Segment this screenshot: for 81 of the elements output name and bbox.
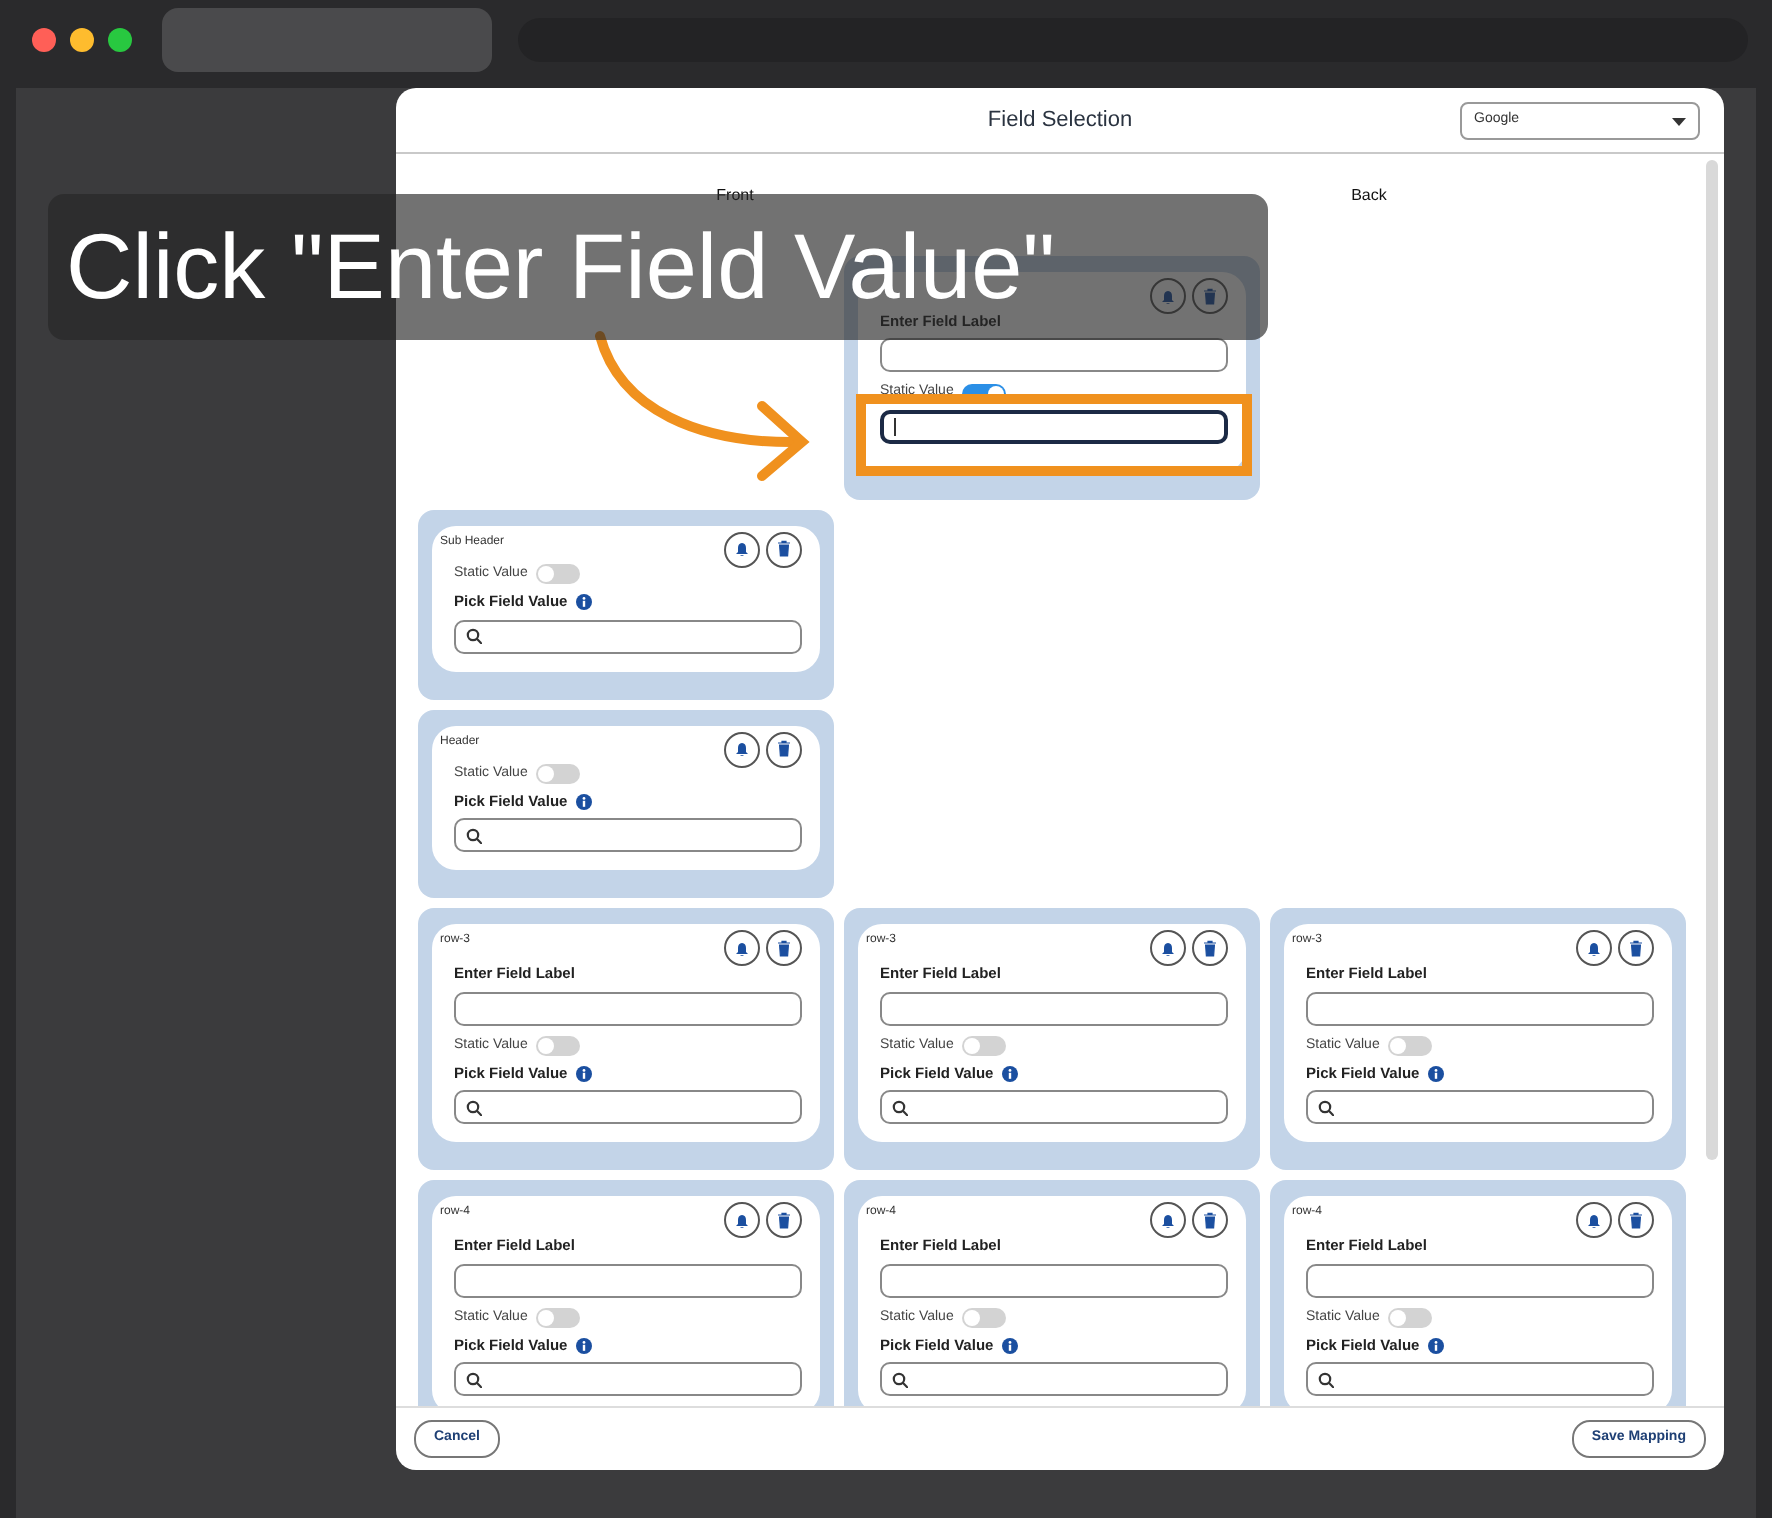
search-icon [466,628,482,644]
bell-icon [1586,939,1602,958]
search-field[interactable] [454,619,802,653]
scrollbar[interactable] [1706,160,1718,1160]
label-input-field[interactable] [880,991,1228,1025]
trash-icon [776,540,792,559]
bell-icon [734,740,750,758]
search-field[interactable] [1306,1090,1654,1125]
search-field[interactable] [1306,1362,1654,1397]
static-value-toggle[interactable] [961,1035,1006,1056]
delete-button[interactable] [1192,1202,1228,1239]
search-field[interactable] [454,818,802,853]
bell-icon [734,939,750,958]
bell-icon [734,540,750,559]
bell-icon [1586,1211,1602,1230]
info-icon [1427,1337,1444,1354]
label-input-field[interactable] [880,338,1228,373]
trash-icon [776,939,792,958]
delete-button[interactable] [766,531,802,568]
label-input-field[interactable] [1306,1263,1654,1297]
search-field[interactable] [454,1090,802,1125]
trash-icon [776,740,792,758]
bell-button[interactable] [724,930,760,967]
bell-button[interactable] [1576,930,1612,967]
panel-heading: Back [1351,186,1387,204]
search-icon [892,1371,908,1388]
trash-icon [1202,939,1218,958]
bell-button[interactable] [724,731,760,767]
dialog-title: Field Selection [987,105,1133,136]
trash-icon [1202,1211,1218,1230]
bell-icon [734,1211,750,1230]
static-value-toggle[interactable] [535,763,580,784]
delete-button[interactable] [1192,930,1228,967]
bell-icon [1160,939,1176,958]
search-field[interactable] [880,1090,1228,1125]
minimize-dot[interactable] [70,28,94,52]
info-icon [1001,1337,1018,1354]
info-icon [575,1337,592,1354]
delete-button[interactable] [766,1202,802,1239]
close-dot[interactable] [32,28,56,52]
static-value-toggle[interactable] [535,1035,580,1056]
bell-button[interactable] [1150,930,1186,967]
static-value-toggle[interactable] [535,564,580,584]
label-input-field[interactable] [454,991,802,1025]
trash-icon [1628,1211,1644,1230]
delete-button[interactable] [766,930,802,967]
bell-button[interactable] [724,1202,760,1239]
static-value-toggle[interactable] [535,1307,580,1328]
search-icon [466,1099,482,1116]
bell-icon [1160,1211,1176,1230]
info-icon [575,793,592,810]
delete-button[interactable] [1618,1202,1654,1239]
info-icon [575,1065,592,1082]
bell-button[interactable] [724,531,760,568]
search-icon [1318,1099,1334,1116]
trash-icon [1628,939,1644,958]
static-value-toggle[interactable] [1387,1307,1432,1328]
info-icon [1001,1065,1018,1082]
value-input-field[interactable] [880,409,1228,444]
label-input-field[interactable] [880,1263,1228,1297]
search-icon [892,1099,908,1116]
label-input-field[interactable] [454,1263,802,1297]
zoom-dot[interactable] [108,28,132,52]
delete-button[interactable] [1618,930,1654,967]
search-field[interactable] [454,1362,802,1397]
info-icon [1427,1065,1444,1082]
search-icon [466,1371,482,1388]
info-icon [575,593,592,610]
search-field[interactable] [880,1362,1228,1397]
bell-button[interactable] [1150,1202,1186,1239]
search-icon [1318,1371,1334,1388]
search-icon [466,827,482,844]
static-value-toggle[interactable] [1387,1035,1432,1056]
bell-button[interactable] [1576,1202,1612,1239]
trash-icon [1202,287,1218,305]
label-input-field[interactable] [1306,991,1654,1025]
caret-icon [1672,117,1686,125]
bell-icon [1160,287,1176,305]
delete-button[interactable] [766,731,802,767]
trash-icon [776,1211,792,1230]
static-value-toggle[interactable] [961,1307,1006,1328]
